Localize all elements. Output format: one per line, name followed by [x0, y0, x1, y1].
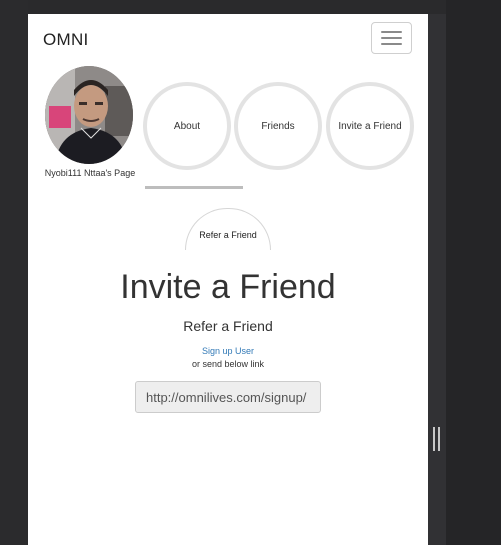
right-gutter [428, 14, 446, 545]
tab-refer-a-friend[interactable]: Refer a Friend [185, 208, 271, 250]
refer-tab-label: Refer a Friend [199, 230, 257, 240]
referral-link-field[interactable] [135, 381, 321, 413]
or-send-link-text: or send below link [191, 359, 265, 369]
profile-avatar[interactable] [45, 66, 133, 164]
hamburger-menu-icon-bar [381, 37, 402, 39]
mobile-viewport: OMNI Nyobi111 Nttaa's Page About Friends… [28, 14, 428, 545]
hamburger-menu-icon-bar [381, 43, 402, 45]
hamburger-menu-icon [381, 31, 402, 33]
nav-circle-friends[interactable]: Friends [234, 82, 322, 170]
left-background [0, 0, 28, 545]
nav-circle-invite-friend[interactable]: Invite a Friend [326, 82, 414, 170]
active-tab-indicator [145, 186, 243, 189]
section-subtitle: Refer a Friend [183, 318, 273, 334]
signup-user-link[interactable]: Sign up User [28, 346, 428, 356]
profile-name[interactable]: Nyobi111 Nttaa's Page [40, 167, 140, 180]
nav-circle-about[interactable]: About [143, 82, 231, 170]
avatar-photo [45, 66, 133, 164]
menu-toggle-button[interactable] [371, 22, 412, 54]
page-title: Invite a Friend [120, 268, 336, 306]
far-right-background [446, 0, 501, 545]
navbar-brand[interactable]: OMNI [43, 30, 89, 50]
resize-handle[interactable] [433, 427, 440, 451]
